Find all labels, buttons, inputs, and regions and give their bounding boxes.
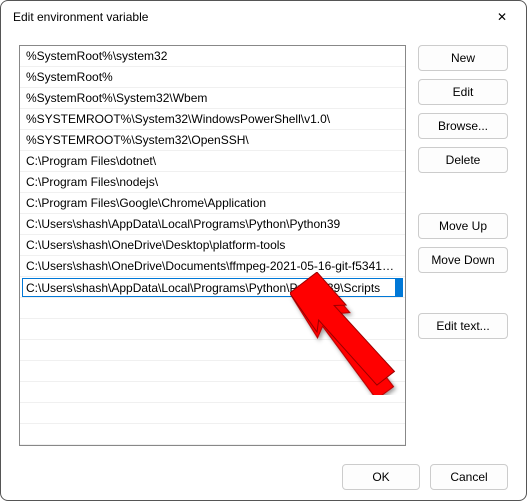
list-item[interactable]: C:\Users\shash\AppData\Local\Programs\Py… — [20, 214, 405, 235]
list-item[interactable]: %SystemRoot%\System32\Wbem — [20, 88, 405, 109]
spacer — [418, 281, 508, 305]
empty-row — [20, 403, 405, 424]
dialog-footer: OK Cancel — [1, 454, 526, 501]
path-listbox[interactable]: %SystemRoot%\system32 %SystemRoot% %Syst… — [19, 45, 406, 446]
cancel-button[interactable]: Cancel — [430, 464, 508, 490]
text-cursor — [395, 278, 403, 297]
list-item[interactable]: C:\Program Files\nodejs\ — [20, 172, 405, 193]
list-item[interactable]: %SYSTEMROOT%\System32\OpenSSH\ — [20, 130, 405, 151]
empty-row — [20, 340, 405, 361]
list-item-editing[interactable] — [20, 277, 405, 298]
close-icon: ✕ — [497, 10, 507, 24]
list-item[interactable]: %SYSTEMROOT%\System32\WindowsPowerShell\… — [20, 109, 405, 130]
list-item[interactable]: %SystemRoot%\system32 — [20, 46, 405, 67]
button-column: New Edit Browse... Delete Move Up Move D… — [418, 45, 508, 446]
list-item[interactable]: C:\Users\shash\OneDrive\Desktop\platform… — [20, 235, 405, 256]
edit-text-button[interactable]: Edit text... — [418, 313, 508, 339]
browse-button[interactable]: Browse... — [418, 113, 508, 139]
titlebar: Edit environment variable ✕ — [1, 1, 526, 33]
delete-button[interactable]: Delete — [418, 147, 508, 173]
path-list: %SystemRoot%\system32 %SystemRoot% %Syst… — [20, 46, 405, 445]
edit-button[interactable]: Edit — [418, 79, 508, 105]
dialog-title: Edit environment variable — [13, 10, 148, 24]
content-area: %SystemRoot%\system32 %SystemRoot% %Syst… — [1, 33, 526, 454]
close-button[interactable]: ✕ — [488, 6, 516, 28]
empty-row — [20, 382, 405, 403]
list-item[interactable]: %SystemRoot% — [20, 67, 405, 88]
empty-row — [20, 361, 405, 382]
empty-row — [20, 319, 405, 340]
spacer — [418, 181, 508, 205]
move-down-button[interactable]: Move Down — [418, 247, 508, 273]
ok-button[interactable]: OK — [342, 464, 420, 490]
list-item[interactable]: C:\Users\shash\OneDrive\Documents\ffmpeg… — [20, 256, 405, 277]
empty-row — [20, 424, 405, 445]
new-button[interactable]: New — [418, 45, 508, 71]
path-edit-input[interactable] — [22, 278, 403, 297]
empty-row — [20, 298, 405, 319]
list-item[interactable]: C:\Program Files\Google\Chrome\Applicati… — [20, 193, 405, 214]
move-up-button[interactable]: Move Up — [418, 213, 508, 239]
dialog-window: Edit environment variable ✕ %SystemRoot%… — [0, 0, 527, 501]
list-item[interactable]: C:\Program Files\dotnet\ — [20, 151, 405, 172]
